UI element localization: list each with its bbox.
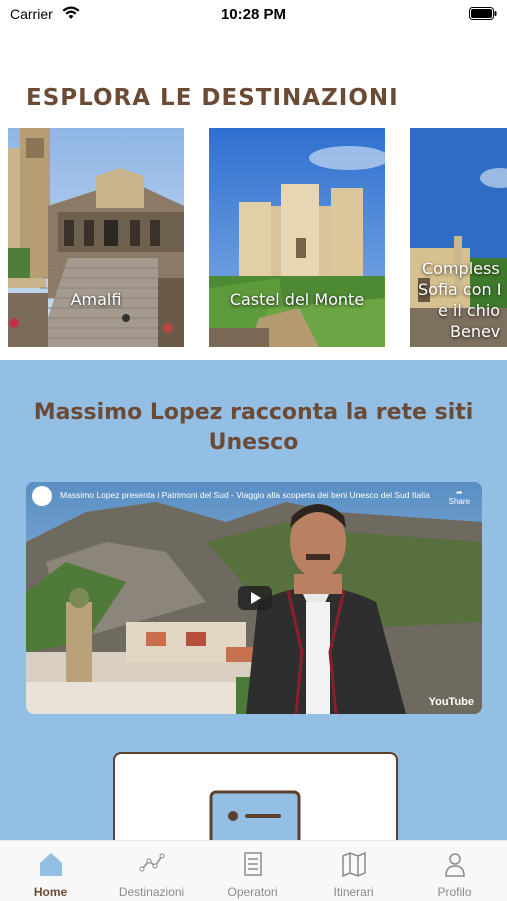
destination-card-castel-del-monte[interactable]: Castel del Monte <box>209 128 385 347</box>
graph-icon <box>139 853 165 872</box>
destination-label-line: Benev <box>450 322 501 341</box>
person-icon <box>445 853 465 877</box>
tab-home[interactable]: Home <box>0 841 101 901</box>
destination-card-amalfi[interactable]: Amalfi <box>8 128 184 347</box>
tab-destinazioni[interactable]: Destinazioni <box>101 841 202 901</box>
tab-bar: Home Destinazioni Operatori Itinerari Pr… <box>0 840 507 901</box>
share-button[interactable]: ➦ Share <box>449 488 470 506</box>
youtube-video-player[interactable]: Massimo Lopez presenta i Patrimoni del S… <box>26 482 482 714</box>
destination-card-santa-sofia[interactable]: Compless Sofia con I e il chio Benev <box>410 128 507 347</box>
video-section-title: Massimo Lopez racconta la rete siti Unes… <box>33 400 474 455</box>
map-icon <box>342 851 366 877</box>
tab-label: Profilo <box>437 885 472 899</box>
document-icon <box>209 790 301 848</box>
tab-profilo[interactable]: Profilo <box>404 841 505 901</box>
video-thumbnail <box>26 482 482 714</box>
destination-label: Amalfi <box>70 290 122 309</box>
tab-label: Itinerari <box>333 885 374 899</box>
tab-operatori[interactable]: Operatori <box>202 841 303 901</box>
tab-itinerari[interactable]: Itinerari <box>303 841 404 901</box>
castel-del-monte-image <box>209 128 385 347</box>
destinations-carousel[interactable]: Amalfi Castel del Monte Compless Sofia c… <box>0 128 507 348</box>
destination-label-line: e il chio <box>438 301 501 320</box>
destination-label: Compless Sofia con I e il chio Benev <box>410 258 507 342</box>
tab-label: Destinazioni <box>118 885 185 899</box>
tab-label: Home <box>33 885 68 899</box>
amalfi-image <box>8 128 184 347</box>
share-label: Share <box>448 497 470 506</box>
channel-avatar[interactable] <box>32 486 52 506</box>
destination-label: Castel del Monte <box>229 290 365 309</box>
video-title[interactable]: Massimo Lopez presenta i Patrimoni del S… <box>60 490 430 500</box>
clock: 10:28 PM <box>220 6 287 23</box>
section-title: ESPLORA LE DESTINAZIONI <box>26 85 399 111</box>
battery-icon <box>469 7 497 20</box>
destination-label-line: Sofia con I <box>418 280 502 299</box>
youtube-logo[interactable]: YouTube <box>429 696 474 708</box>
list-icon <box>244 852 262 876</box>
tab-label: Operatori <box>227 885 278 899</box>
destination-label-line: Compless <box>422 259 500 278</box>
status-bar: Carrier 10:28 PM <box>0 0 507 28</box>
share-icon: ➦ <box>455 488 463 497</box>
home-icon <box>40 853 62 876</box>
